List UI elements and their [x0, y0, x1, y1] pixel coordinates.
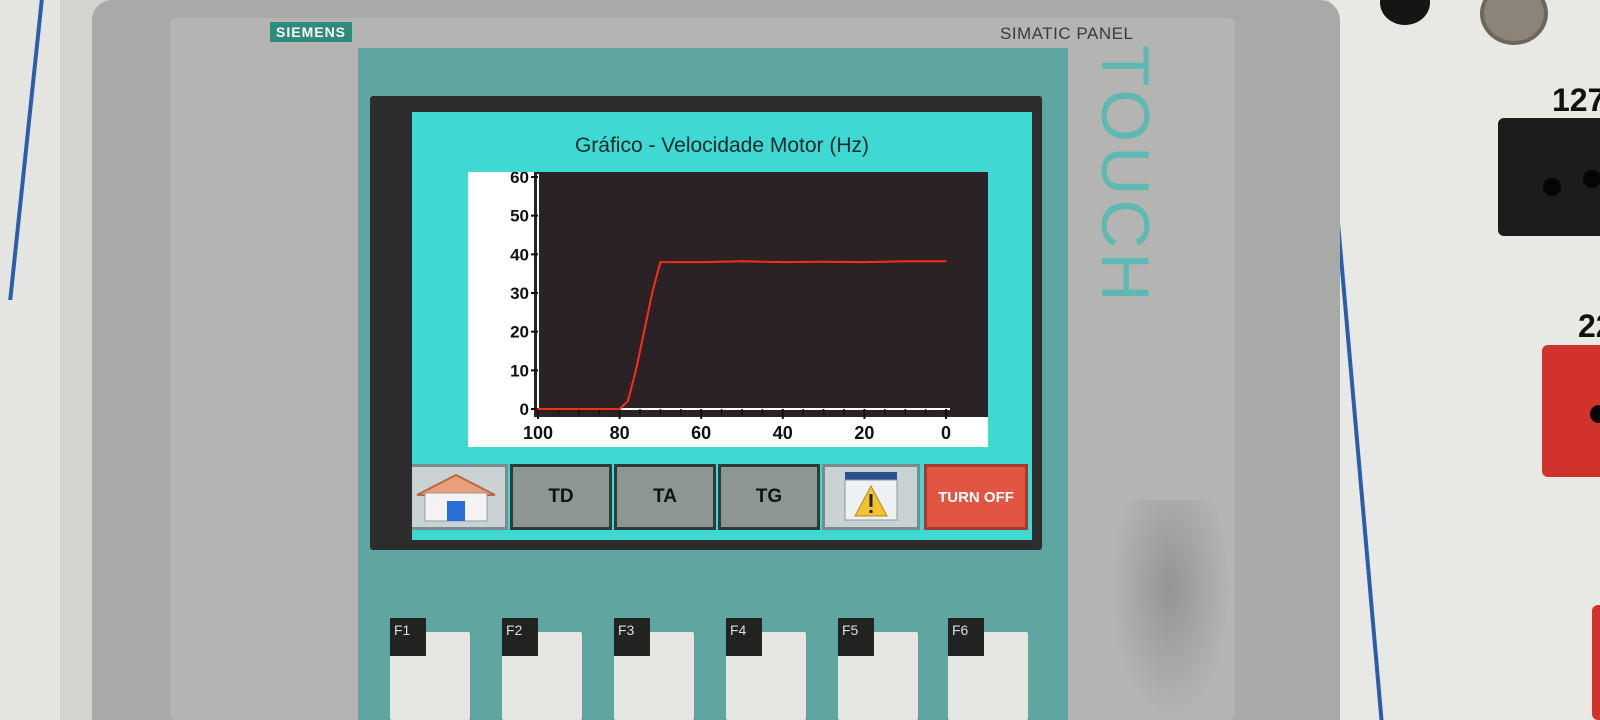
touch-label: TOUCH: [1087, 45, 1163, 306]
function-key-label: F4: [726, 618, 762, 656]
y-tick-label: 60: [510, 172, 529, 187]
speed-data-point: [635, 369, 637, 372]
y-tick-label: 20: [510, 323, 529, 342]
page-title: Gráfico - Velocidade Motor (Hz): [574, 134, 870, 157]
y-tick-label: 30: [510, 284, 529, 303]
y-tick-label: 50: [510, 207, 529, 226]
function-key-label: F1: [390, 618, 426, 656]
speed-data-point: [741, 260, 743, 263]
x-tick-label: 40: [773, 423, 793, 443]
screen-smudge: [1110, 500, 1230, 720]
speed-data-point: [537, 408, 539, 410]
brand-logo: SIEMENS: [270, 22, 353, 42]
warning-icon: [844, 472, 898, 521]
outlet-red-lower: [1592, 605, 1600, 720]
home-button[interactable]: [412, 464, 508, 530]
outlet-hole: [1583, 170, 1600, 188]
motor-speed-chart: 0 10 20 30 40 50 60 100 80 60 40 20 0: [468, 172, 988, 447]
speed-data-point: [651, 292, 654, 294]
function-key-label: F3: [614, 618, 650, 656]
speed-series-line: [538, 260, 946, 410]
speed-data-point: [863, 261, 866, 263]
speed-data-point: [578, 408, 580, 410]
turn-off-button[interactable]: TURN OFF: [924, 464, 1028, 530]
x-tick-label: 0: [941, 423, 951, 443]
tg-button[interactable]: TG: [718, 464, 820, 530]
ta-button[interactable]: TA: [614, 464, 716, 530]
hmi-screen: Gráfico - Velocidade Motor (Hz) 0 10 20 30 4…: [412, 112, 1032, 540]
outlet-hole: [1543, 178, 1561, 196]
speed-data-point: [945, 260, 947, 263]
td-button[interactable]: TD: [510, 464, 612, 530]
voltage-label-127: 127V: [1552, 82, 1600, 118]
outlet-hole: [1590, 405, 1600, 423]
y-tick-label: 40: [510, 245, 529, 264]
voltage-label-220: 22: [1578, 308, 1600, 344]
function-key-label: F5: [838, 618, 874, 656]
y-tick-label: 0: [520, 400, 529, 419]
metal-knob[interactable]: [1480, 0, 1548, 45]
y-tick-label: 10: [510, 361, 529, 380]
speed-data-point: [667, 261, 670, 263]
speed-data-point: [700, 261, 702, 263]
speed-data-point: [659, 261, 662, 263]
alarm-button[interactable]: [822, 464, 920, 530]
black-knob[interactable]: [1380, 0, 1430, 25]
speed-data-point: [663, 261, 666, 263]
cabinet-right: 127V 22: [1316, 0, 1600, 720]
panel-model: SIMATIC PANEL: [1000, 24, 1134, 43]
x-tick-label: 20: [854, 423, 874, 443]
x-tick-label: 60: [691, 423, 711, 443]
outlet-220v: [1542, 345, 1600, 477]
speed-data-point: [618, 408, 621, 410]
speed-data-point: [626, 400, 629, 403]
cabinet-stripe: [8, 0, 44, 300]
outlet-127v: [1498, 118, 1600, 236]
chart-svg: 0 10 20 30 40 50 60 100 80 60 40 20 0: [468, 172, 988, 447]
speed-data-point: [782, 261, 784, 263]
x-tick-label: 100: [523, 423, 553, 443]
house-icon: [416, 473, 496, 522]
x-tick-label: 80: [610, 423, 630, 443]
function-key-label: F6: [948, 618, 984, 656]
speed-data-point: [643, 330, 645, 333]
speed-data-point: [822, 260, 825, 263]
function-key-label: F2: [502, 618, 538, 656]
speed-data-point: [904, 260, 906, 263]
button-bar: TD TA TG TURN OFF: [412, 464, 1032, 536]
